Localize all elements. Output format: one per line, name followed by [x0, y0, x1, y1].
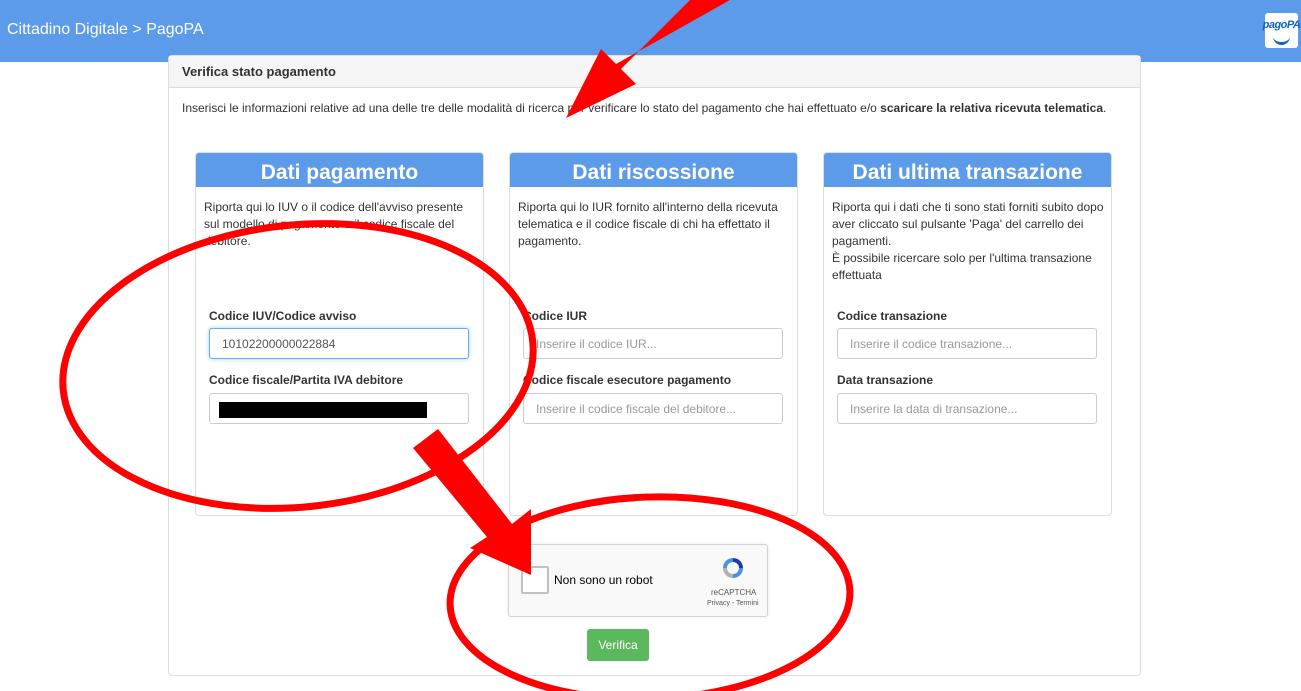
transaction-date-input[interactable] — [837, 393, 1097, 424]
transaction-card-description: Riporta qui i dati che ti sono stati for… — [832, 200, 1104, 282]
recaptcha-icon — [723, 558, 743, 578]
payment-card-description: Riporta qui lo IUV o il codice dell'avvi… — [204, 200, 464, 248]
executor-tax-code-label: Codice fiscale esecutore pagamento — [523, 373, 732, 387]
payment-data-card: Dati pagamento Riporta qui lo IUV o il c… — [195, 152, 484, 516]
iuv-label: Codice IUV/Codice avviso — [209, 309, 357, 323]
transaction-code-label: Codice transazione — [837, 309, 948, 323]
recaptcha-brand: reCAPTCHA — [711, 588, 757, 597]
executor-tax-code-input[interactable] — [523, 393, 783, 424]
recaptcha-links[interactable]: Privacy - Termini — [707, 600, 759, 607]
recaptcha-label: Non sono un robot — [554, 573, 653, 587]
recaptcha-widget: Non sono un robot reCAPTCHA Privacy - Te… — [508, 544, 768, 617]
recaptcha-checkbox[interactable] — [521, 566, 549, 594]
tax-code-label: Codice fiscale/Partita IVA debitore — [209, 373, 404, 387]
collection-card-title: Dati riscossione — [510, 153, 797, 187]
app-breadcrumb[interactable]: Cittadino Digitale > PagoPA — [7, 21, 204, 39]
transaction-code-input[interactable] — [837, 328, 1097, 359]
collection-data-card: Dati riscossione Riporta qui lo IUR forn… — [509, 152, 798, 516]
page-title: Verifica stato pagamento — [182, 64, 336, 79]
transaction-date-label: Data transazione — [837, 373, 934, 387]
redaction-box — [219, 402, 427, 418]
iur-label: Codice IUR — [523, 309, 588, 323]
pagopa-logo: pagoPA — [1263, 13, 1301, 48]
transaction-card-title: Dati ultima transazione — [824, 153, 1111, 187]
panel-heading: Verifica stato pagamento — [169, 56, 1140, 88]
top-navbar: Cittadino Digitale > PagoPA pagoPA — [0, 0, 1301, 62]
transaction-data-card: Dati ultima transazione Riporta qui i da… — [823, 152, 1112, 516]
collection-card-description: Riporta qui lo IUR fornito all'interno d… — [518, 200, 778, 248]
intro-text: Inserisci le informazioni relative ad un… — [182, 101, 1107, 115]
verify-button[interactable]: Verifica — [587, 629, 649, 661]
iuv-input[interactable] — [209, 328, 469, 359]
iur-input[interactable] — [523, 328, 783, 359]
payment-card-title: Dati pagamento — [196, 153, 483, 187]
